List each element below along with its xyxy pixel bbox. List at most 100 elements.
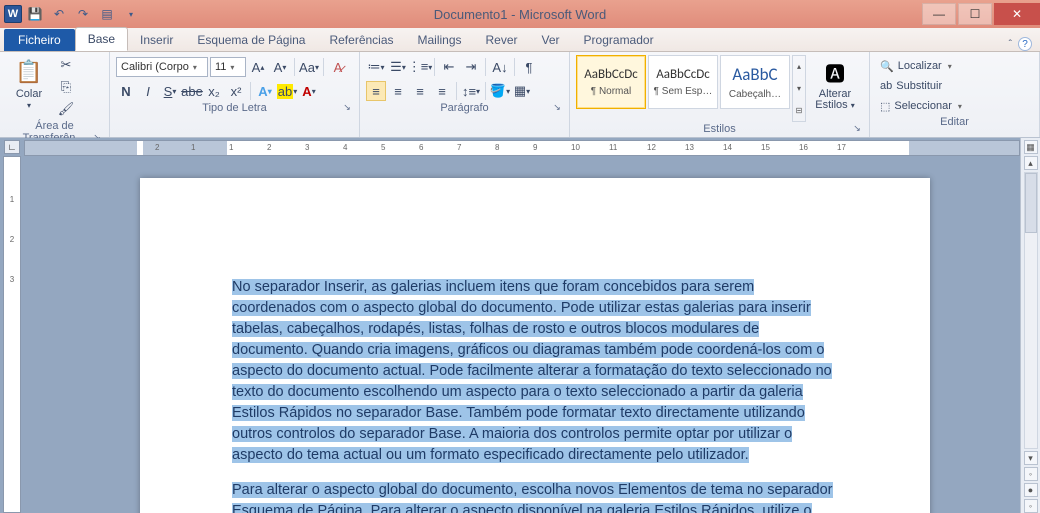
replace-button[interactable]: abSubstituir <box>876 77 1033 95</box>
align-center-icon[interactable]: ≡ <box>388 81 408 101</box>
scroll-track[interactable] <box>1024 172 1038 449</box>
font-color-icon[interactable]: A▾ <box>299 81 319 101</box>
highlight-icon[interactable]: ab▾ <box>277 81 297 101</box>
workspace: ∟ 1 2 3 2 1 1234567891011121314151617 No… <box>0 138 1040 513</box>
font-launcher-icon[interactable]: ↘ <box>341 102 353 114</box>
tab-programador[interactable]: Programador <box>572 29 666 51</box>
ruler-tick: 16 <box>799 143 808 152</box>
styles-launcher-icon[interactable]: ↘ <box>851 123 863 135</box>
superscript-button[interactable]: x² <box>226 81 246 101</box>
gallery-more-icon[interactable]: ⊟ <box>793 99 805 121</box>
tab-base[interactable]: Base <box>75 27 128 51</box>
tab-ver[interactable]: Ver <box>530 29 572 51</box>
save-icon[interactable]: 💾 <box>24 4 46 24</box>
shading-icon[interactable]: 🪣▾ <box>490 81 510 101</box>
ruler-tick: 8 <box>495 143 499 152</box>
ruler-tick: 4 <box>343 143 347 152</box>
change-case-icon[interactable]: Aa▾ <box>299 57 319 77</box>
borders-icon[interactable]: ▦▾ <box>512 81 532 101</box>
window-title: Documento1 - Microsoft Word <box>0 7 1040 22</box>
redo-icon[interactable]: ↷ <box>72 4 94 24</box>
ribbon-tabs: Ficheiro Base Inserir Esquema de Página … <box>0 28 1040 52</box>
find-button[interactable]: 🔍Localizar▾ <box>876 57 1033 75</box>
tab-file[interactable]: Ficheiro <box>4 29 75 51</box>
page: No separador Inserir, as galerias inclue… <box>140 178 930 513</box>
tab-esquema[interactable]: Esquema de Página <box>185 29 317 51</box>
line-spacing-icon[interactable]: ↕≡▾ <box>461 81 481 101</box>
maximize-button[interactable]: ☐ <box>958 3 992 25</box>
style-heading[interactable]: AaBbC Cabeçalh… <box>720 55 790 109</box>
gallery-up-icon[interactable]: ▴ <box>793 56 805 78</box>
style-normal[interactable]: AaBbCcDc ¶ Normal <box>576 55 646 109</box>
clear-formatting-icon[interactable]: A̷ <box>328 57 348 77</box>
text-effects-icon[interactable]: A▾ <box>255 81 275 101</box>
ruler-tick: 13 <box>685 143 694 152</box>
paragraph-launcher-icon[interactable]: ↘ <box>551 102 563 114</box>
prev-page-icon[interactable]: ◦ <box>1024 467 1038 481</box>
shrink-font-icon[interactable]: A▾ <box>270 57 290 77</box>
indent-decrease-icon[interactable]: ⇤ <box>439 57 459 77</box>
ruler-tick: 3 <box>305 143 309 152</box>
group-paragraph: ≔▾ ☰▾ ⋮≡▾ ⇤ ⇥ A↓ ¶ ≡ ≡ ≡ ≡ ↕≡▾ 🪣▾ ▦▾ <box>360 52 570 137</box>
grow-font-icon[interactable]: A▴ <box>248 57 268 77</box>
subscript-button[interactable]: x₂ <box>204 81 224 101</box>
group-clipboard: 📋 Colar▾ ✂ ⎘ 🖌 Área de Transferên… ↘ <box>0 52 110 137</box>
ruler-tick: 12 <box>647 143 656 152</box>
font-size-combo[interactable]: 11▾ <box>210 57 246 77</box>
tab-selector-icon[interactable]: ∟ <box>4 140 20 154</box>
undo-icon[interactable]: ↶ <box>48 4 70 24</box>
numbering-icon[interactable]: ☰▾ <box>388 57 408 77</box>
qat-customize-icon[interactable]: ▾ <box>120 4 142 24</box>
paragraph-2[interactable]: Para alterar o aspecto global do documen… <box>232 479 838 513</box>
align-left-icon[interactable]: ≡ <box>366 81 386 101</box>
italic-button[interactable]: I <box>138 81 158 101</box>
scroll-down-icon[interactable]: ▾ <box>1024 451 1038 465</box>
word-app-icon[interactable]: W <box>4 5 22 23</box>
browse-object-icon[interactable]: ● <box>1024 483 1038 497</box>
tab-mailings[interactable]: Mailings <box>406 29 474 51</box>
ribbon: 📋 Colar▾ ✂ ⎘ 🖌 Área de Transferên… ↘ Cal… <box>0 52 1040 138</box>
scroll-thumb[interactable] <box>1025 173 1037 233</box>
paste-button[interactable]: 📋 Colar▾ <box>6 55 52 111</box>
ruler-tick: 14 <box>723 143 732 152</box>
paragraph-1[interactable]: No separador Inserir, as galerias inclue… <box>232 276 838 465</box>
font-name-combo[interactable]: Calibri (Corpo▾ <box>116 57 208 77</box>
indent-increase-icon[interactable]: ⇥ <box>461 57 481 77</box>
ruler-tick: 1 <box>229 143 233 152</box>
document-viewport[interactable]: No separador Inserir, as galerias inclue… <box>24 156 1020 513</box>
format-painter-icon[interactable]: 🖌 <box>56 99 76 119</box>
multilevel-icon[interactable]: ⋮≡▾ <box>410 57 430 77</box>
help-icon[interactable]: ? <box>1018 37 1032 51</box>
print-icon[interactable]: ▤ <box>96 4 118 24</box>
tab-rever[interactable]: Rever <box>474 29 530 51</box>
ribbon-minimize-icon[interactable]: ˆ <box>1009 39 1012 50</box>
select-icon: ⬚ <box>880 100 890 113</box>
underline-button[interactable]: S▾ <box>160 81 180 101</box>
tab-referencias[interactable]: Referências <box>317 29 405 51</box>
strike-button[interactable]: abe <box>182 81 202 101</box>
ruler-tick: 2 <box>267 143 271 152</box>
ruler-toggle-icon[interactable]: ▦ <box>1024 140 1038 154</box>
vertical-ruler[interactable]: 1 2 3 <box>3 156 21 513</box>
close-button[interactable]: ✕ <box>994 3 1040 25</box>
minimize-button[interactable]: — <box>922 3 956 25</box>
ruler-tick: 7 <box>457 143 461 152</box>
cut-icon[interactable]: ✂ <box>56 55 76 75</box>
group-font: Calibri (Corpo▾ 11▾ A▴ A▾ Aa▾ A̷ N I S▾ … <box>110 52 360 137</box>
scroll-up-icon[interactable]: ▴ <box>1024 156 1038 170</box>
group-label-styles: Estilos ↘ <box>576 122 863 135</box>
sort-icon[interactable]: A↓ <box>490 57 510 77</box>
align-right-icon[interactable]: ≡ <box>410 81 430 101</box>
bold-button[interactable]: N <box>116 81 136 101</box>
tab-inserir[interactable]: Inserir <box>128 29 185 51</box>
horizontal-ruler[interactable]: 2 1 1234567891011121314151617 <box>24 140 1020 156</box>
style-no-spacing[interactable]: AaBbCcDc ¶ Sem Esp… <box>648 55 718 109</box>
select-button[interactable]: ⬚Seleccionar▾ <box>876 97 1033 115</box>
gallery-down-icon[interactable]: ▾ <box>793 78 805 100</box>
bullets-icon[interactable]: ≔▾ <box>366 57 386 77</box>
show-marks-icon[interactable]: ¶ <box>519 57 539 77</box>
change-styles-button[interactable]: 🅰 Alterar Estilos ▾ <box>810 55 860 122</box>
align-justify-icon[interactable]: ≡ <box>432 81 452 101</box>
copy-icon[interactable]: ⎘ <box>56 77 76 97</box>
next-page-icon[interactable]: ◦ <box>1024 499 1038 513</box>
